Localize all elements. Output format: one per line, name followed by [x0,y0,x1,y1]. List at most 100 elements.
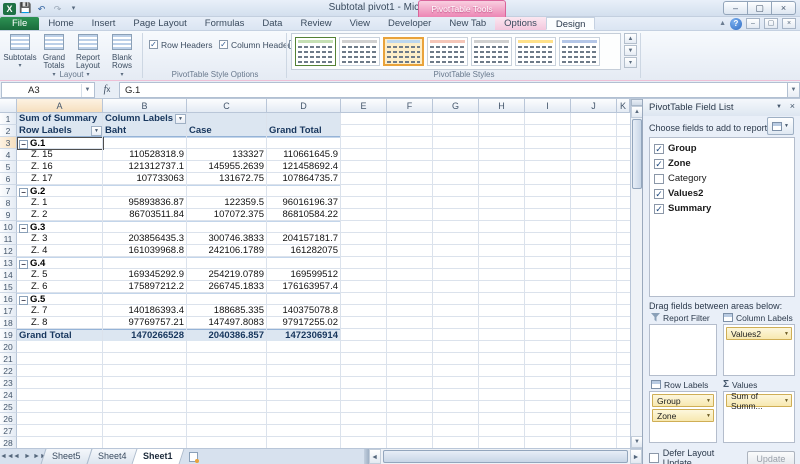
formula-input[interactable]: G.1 [119,82,787,98]
pill-dropdown-icon[interactable]: ▼ [706,398,711,404]
field-item-zone[interactable]: ✓Zone [652,156,792,171]
value-cell[interactable]: 204157181.7 [267,233,341,245]
gallery-more-icon[interactable]: ▾ [624,57,637,68]
pivot-style-thumbnail-1[interactable] [295,37,336,66]
row-header-1[interactable]: 1 [0,113,17,125]
report-filter-area[interactable] [649,324,717,376]
gallery-up-icon[interactable]: ▲ [624,33,637,44]
value-cell[interactable]: 97917255.02 [267,317,341,329]
zone-label[interactable]: Z. 15 [17,149,103,161]
zone-label[interactable]: Z. 17 [17,173,103,185]
row-header-13[interactable]: 13 [0,257,17,269]
value-cell[interactable]: 96016196.37 [267,197,341,209]
group-header-cell[interactable]: −G.4 [17,258,341,269]
column-labels-filter-icon[interactable]: ▼ [175,114,186,124]
row-header-17[interactable]: 17 [0,305,17,317]
gallery-down-icon[interactable]: ▼ [624,45,637,56]
value-cell[interactable]: 95893836.87 [103,197,187,209]
value-cell[interactable]: 110661645.9 [267,149,341,161]
row-header-9[interactable]: 9 [0,209,17,221]
row-header-18[interactable]: 18 [0,317,17,329]
field-item-values2[interactable]: ✓Values2 [652,186,792,201]
scroll-left-icon[interactable]: ◄ [369,449,381,464]
row-header-14[interactable]: 14 [0,269,17,281]
row-header-2[interactable]: 2 [0,125,17,137]
row-header-7[interactable]: 7 [0,185,17,197]
column-header-D[interactable]: D [267,99,341,113]
pivot-header-cell[interactable] [187,113,267,125]
zone-label[interactable]: Z. 16 [17,161,103,173]
cells-area[interactable]: Sum of SummaryColumn Labels▼Row Labels▼B… [17,113,630,448]
tab-new-tab[interactable]: New Tab [440,17,495,30]
value-cell[interactable]: 161282075 [267,245,341,257]
value-column-header[interactable]: Grand Total [267,125,341,136]
pill-dropdown-icon[interactable]: ▼ [784,398,789,404]
first-sheet-icon[interactable]: ◄◄ [0,449,11,464]
pivot-style-thumbnail-6[interactable] [515,37,556,66]
field-pill-values2[interactable]: Values2▼ [726,327,792,340]
report-layout-button[interactable]: Report Layout▾ [71,33,105,69]
value-cell[interactable]: 1472306914 [267,330,341,341]
value-cell[interactable]: 140375078.8 [267,305,341,317]
pivot-style-thumbnail-4[interactable] [427,37,468,66]
pivot-style-thumbnail-3[interactable] [383,37,424,66]
tab-file[interactable]: File [0,17,39,30]
collapse-ribbon-icon[interactable]: ▲ [719,20,726,27]
value-cell[interactable]: 2040386.857 [187,330,267,341]
column-header-G[interactable]: G [433,99,479,113]
column-labels-cell[interactable]: Column Labels▼ [103,113,187,125]
value-cell[interactable]: 266745.1833 [187,281,267,293]
row-labels-area[interactable]: Group▼Zone▼ [649,391,717,443]
field-checkbox-icon[interactable]: ✓ [654,144,664,154]
row-header-23[interactable]: 23 [0,377,17,389]
sheet-tab-sheet4[interactable]: Sheet4 [86,449,137,464]
pivot-style-thumbnail-7[interactable] [559,37,600,66]
field-item-group[interactable]: ✓Group [652,141,792,156]
grand-totals-button[interactable]: Grand Totals▾ [37,33,71,69]
zone-label[interactable]: Z. 6 [17,281,103,293]
value-cell[interactable]: 107864735.7 [267,173,341,185]
pane-layout-button[interactable]: ▼ [767,117,794,135]
column-headers-checkbox[interactable]: ✓Column Headers [219,37,289,52]
vertical-scroll-thumb[interactable] [632,119,642,189]
zone-label[interactable]: Z. 3 [17,233,103,245]
row-header-27[interactable]: 27 [0,425,17,437]
insert-function-icon[interactable]: fx [95,84,119,95]
value-cell[interactable]: 86703511.84 [103,209,187,221]
minimize-button[interactable]: – [723,1,748,15]
row-header-19[interactable]: 19 [0,329,17,341]
value-cell[interactable]: 86810584.22 [267,209,341,221]
select-all-corner[interactable] [0,99,17,113]
field-pill-group[interactable]: Group▼ [652,394,714,407]
blank-rows-button[interactable]: Blank Rows▾ [105,33,139,69]
tab-design[interactable]: Design [546,17,596,30]
row-header-25[interactable]: 25 [0,401,17,413]
horizontal-scroll-thumb[interactable] [383,450,628,463]
value-cell[interactable]: 169345292.9 [103,269,187,281]
workbook-restore-button[interactable]: ▢ [764,18,778,29]
column-header-E[interactable]: E [341,99,387,113]
column-header-J[interactable]: J [571,99,617,113]
zone-label[interactable]: Z. 2 [17,209,103,221]
insert-worksheet-tab[interactable] [182,449,204,464]
name-box-dropdown-icon[interactable]: ▼ [81,84,93,97]
restore-button[interactable]: ▢ [747,1,772,15]
row-header-16[interactable]: 16 [0,293,17,305]
value-column-header[interactable]: Baht [103,125,187,136]
row-header-15[interactable]: 15 [0,281,17,293]
row-header-5[interactable]: 5 [0,161,17,173]
zone-label[interactable]: Z. 1 [17,197,103,209]
field-checkbox-icon[interactable]: ✓ [654,159,664,169]
row-header-11[interactable]: 11 [0,233,17,245]
row-header-21[interactable]: 21 [0,353,17,365]
column-header-B[interactable]: B [103,99,187,113]
expand-formula-bar-icon[interactable]: ▼ [787,82,800,98]
field-checkbox-icon[interactable]: ✓ [654,189,664,199]
value-cell[interactable]: 176163957.4 [267,281,341,293]
workbook-minimize-button[interactable]: – [746,18,760,29]
sheet-tab-sheet5[interactable]: Sheet5 [41,449,92,464]
tab-home[interactable]: Home [39,17,82,30]
group-header-cell[interactable]: −G.1 [17,138,341,149]
pane-options-dropdown-icon[interactable]: ▼ [776,104,782,110]
tab-developer[interactable]: Developer [379,17,440,30]
